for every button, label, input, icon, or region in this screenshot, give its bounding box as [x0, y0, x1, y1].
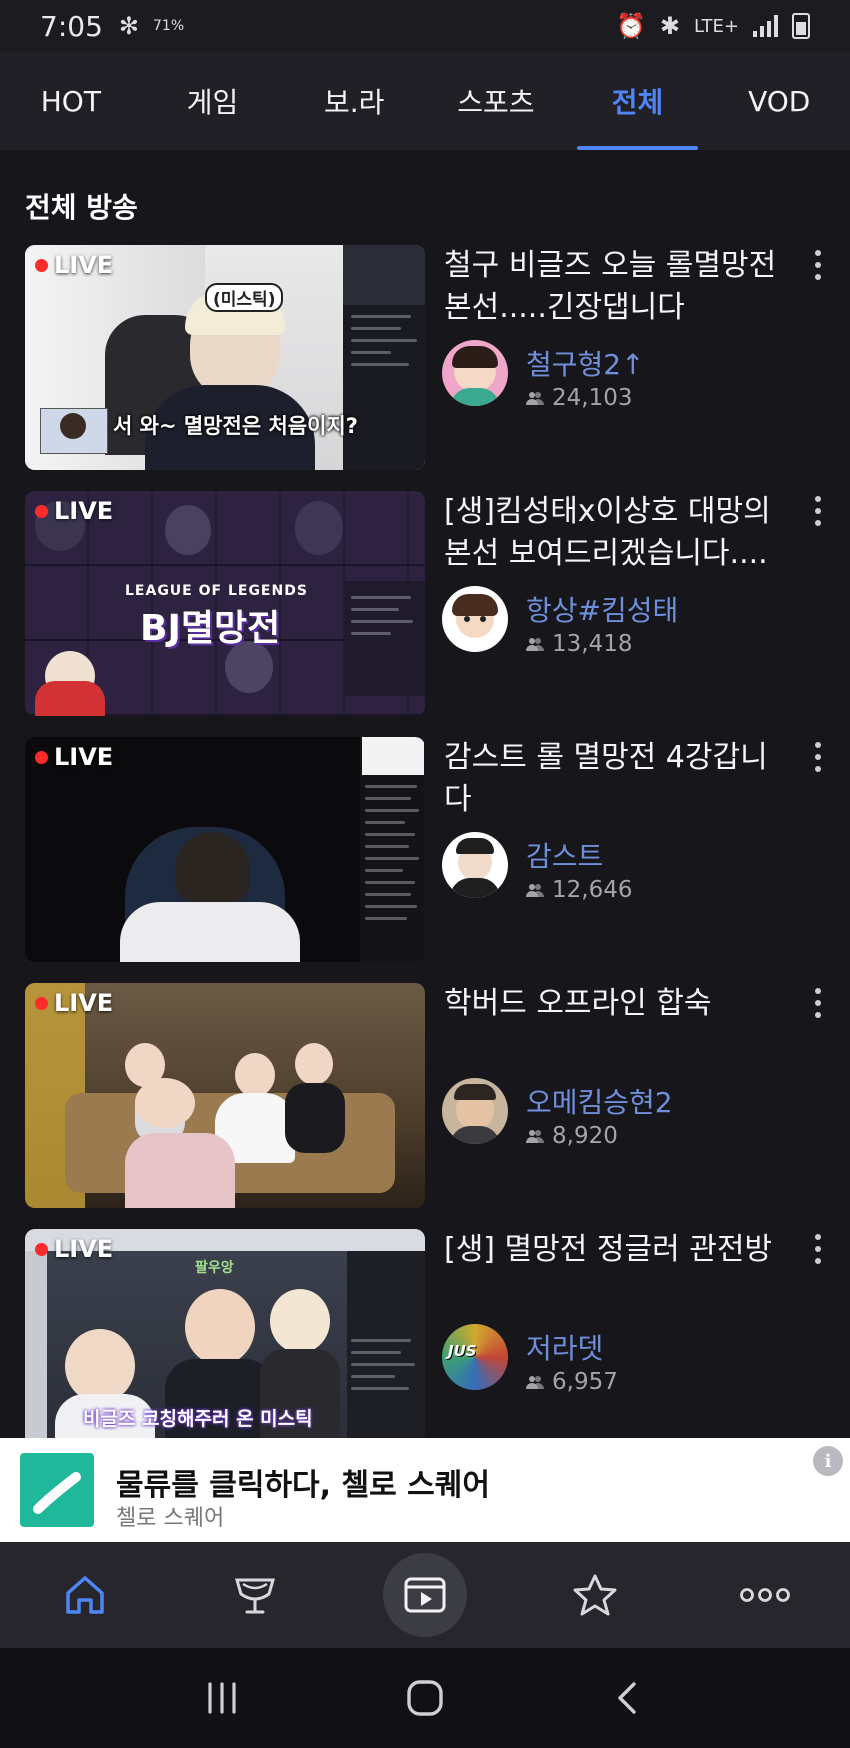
more-options-button[interactable] — [808, 737, 828, 777]
more-options-button[interactable] — [808, 491, 828, 531]
thumbnail-caption: 서 와~ 멸망전은 처음이지? — [113, 414, 358, 438]
nav-favorites[interactable] — [550, 1550, 640, 1640]
back-icon[interactable] — [608, 1678, 648, 1718]
stream-card[interactable]: 서 와~ 멸망전은 처음이지? (미스틱) LIVE 철구 비글즈 오늘 롤멸망… — [0, 245, 850, 491]
streamer-name[interactable]: 철구형2↑ — [526, 343, 645, 383]
viewers-icon — [526, 392, 544, 405]
tab-game[interactable]: 게임 — [142, 52, 284, 150]
stream-title[interactable]: [생]킴성태x이상호 대망의 본선 보여드리겠습니다.... — [444, 491, 784, 575]
stream-card[interactable]: LIVE 감스트 롤 멸망전 4강갑니다 감스트 12,646 — [0, 737, 850, 983]
more-options-button[interactable] — [808, 245, 828, 285]
streamer-name[interactable]: 항상#킴성태 — [526, 589, 678, 629]
thumbnail-caption: 비글즈 코칭해주러 온 미스틱 — [83, 1408, 313, 1430]
streamer-avatar[interactable]: JUS — [442, 1324, 508, 1390]
thumbnail-caption: BJ멸망전 — [140, 608, 281, 649]
stream-thumbnail[interactable]: LIVE — [25, 983, 425, 1208]
live-badge: LIVE — [35, 497, 113, 525]
ad-info-icon[interactable]: i — [813, 1446, 843, 1476]
streamer-name[interactable]: 저라뎃 — [526, 1327, 603, 1367]
section-title: 전체 방송 — [25, 191, 138, 224]
stream-thumbnail[interactable]: 서 와~ 멸망전은 처음이지? (미스틱) LIVE — [25, 245, 425, 470]
category-tabs: HOT 게임 보.라 스포츠 전체 VOD — [0, 52, 850, 150]
viewer-count: 8,920 — [526, 1123, 618, 1149]
more-icon — [740, 1588, 790, 1602]
tab-sports[interactable]: 스포츠 — [425, 52, 567, 150]
stream-title[interactable]: [생] 멸망전 정글러 관전방 — [444, 1229, 784, 1271]
streamer-name[interactable]: 오메킴승현2 — [526, 1081, 673, 1121]
live-dot-icon — [35, 258, 48, 272]
tab-hot[interactable]: HOT — [0, 52, 142, 150]
status-bar: 7:05 ✻ 71% ⏰ ✱ LTE+ — [0, 0, 850, 52]
play-video-icon — [404, 1577, 446, 1613]
viewers-icon — [526, 884, 544, 897]
star-icon — [573, 1574, 617, 1616]
thumbnail-tag: (미스틱) — [205, 283, 284, 312]
nav-more[interactable] — [720, 1550, 810, 1640]
live-dot-icon — [35, 1242, 48, 1256]
stream-thumbnail[interactable]: LEAGUE OF LEGENDS BJ멸망전 LIVE — [25, 491, 425, 716]
tab-vod[interactable]: VOD — [708, 52, 850, 150]
stream-thumbnail[interactable]: 팔우앙 비글즈 코칭해주러 온 미스틱 LIVE — [25, 1229, 425, 1454]
stream-card[interactable]: LIVE 학버드 오프라인 합숙 오메킴승현2 8,920 — [0, 983, 850, 1229]
viewers-icon — [526, 1376, 544, 1389]
ad-logo — [20, 1453, 94, 1527]
network-type: LTE+ — [694, 15, 739, 37]
live-badge: LIVE — [35, 251, 113, 279]
system-navigation — [0, 1648, 850, 1748]
viewer-count: 24,103 — [526, 385, 632, 411]
more-options-button[interactable] — [808, 983, 828, 1023]
live-badge: LIVE — [35, 743, 113, 771]
bottom-navigation — [0, 1542, 850, 1648]
live-dot-icon — [35, 996, 48, 1010]
live-dot-icon — [35, 750, 48, 764]
live-dot-icon — [35, 504, 48, 518]
home-button-icon[interactable] — [405, 1678, 445, 1718]
viewers-icon — [526, 638, 544, 651]
streamer-avatar[interactable] — [442, 1078, 508, 1144]
stream-thumbnail[interactable]: LIVE — [25, 737, 425, 962]
nav-home[interactable] — [40, 1550, 130, 1640]
home-icon — [66, 1576, 104, 1614]
streamer-avatar[interactable] — [442, 586, 508, 652]
status-time: 7:05 — [40, 9, 103, 43]
tab-all[interactable]: 전체 — [567, 52, 709, 150]
streamer-name[interactable]: 감스트 — [526, 835, 603, 875]
alarm-icon: ⏰ — [616, 12, 646, 40]
ad-subtitle: 첼로 스퀘어 — [116, 1506, 225, 1531]
stream-card[interactable]: LEAGUE OF LEGENDS BJ멸망전 LIVE [생]킴성태x이상호 … — [0, 491, 850, 737]
stream-list: 서 와~ 멸망전은 처음이지? (미스틱) LIVE 철구 비글즈 오늘 롤멸망… — [0, 245, 850, 1475]
live-badge: LIVE — [35, 989, 113, 1017]
streamer-avatar[interactable] — [442, 340, 508, 406]
signal-icon — [753, 15, 778, 37]
stream-title[interactable]: 철구 비글즈 오늘 롤멸망전 본선.....긴장댑니다 — [444, 245, 784, 329]
battery-percent-text: 71% — [153, 18, 185, 34]
live-badge: LIVE — [35, 1235, 113, 1263]
fan-icon: ✻ — [118, 12, 139, 40]
stream-title[interactable]: 학버드 오프라인 합숙 — [444, 983, 784, 1025]
tab-bora[interactable]: 보.라 — [283, 52, 425, 150]
viewers-icon — [526, 1130, 544, 1143]
more-options-button[interactable] — [808, 1229, 828, 1269]
trophy-icon — [235, 1578, 275, 1614]
stream-title[interactable]: 감스트 롤 멸망전 4강갑니다 — [444, 737, 784, 821]
cello-square-logo-icon — [33, 1472, 81, 1514]
nav-ranking[interactable] — [210, 1550, 300, 1640]
thumbnail-tag: 팔우앙 — [195, 1260, 234, 1276]
bluetooth-icon: ✱ — [659, 12, 680, 40]
recent-apps-icon[interactable] — [202, 1680, 242, 1716]
viewer-count: 13,418 — [526, 631, 632, 657]
nav-broadcast[interactable] — [380, 1550, 470, 1640]
streamer-avatar[interactable] — [442, 832, 508, 898]
battery-icon — [792, 13, 810, 39]
ad-title: 물류를 클릭하다, 첼로 스퀘어 — [116, 1468, 490, 1503]
viewer-count: 6,957 — [526, 1369, 618, 1395]
ad-banner[interactable]: 물류를 클릭하다, 첼로 스퀘어 첼로 스퀘어 i — [0, 1438, 850, 1542]
viewer-count: 12,646 — [526, 877, 632, 903]
thumbnail-tag: LEAGUE OF LEGENDS — [125, 583, 308, 599]
